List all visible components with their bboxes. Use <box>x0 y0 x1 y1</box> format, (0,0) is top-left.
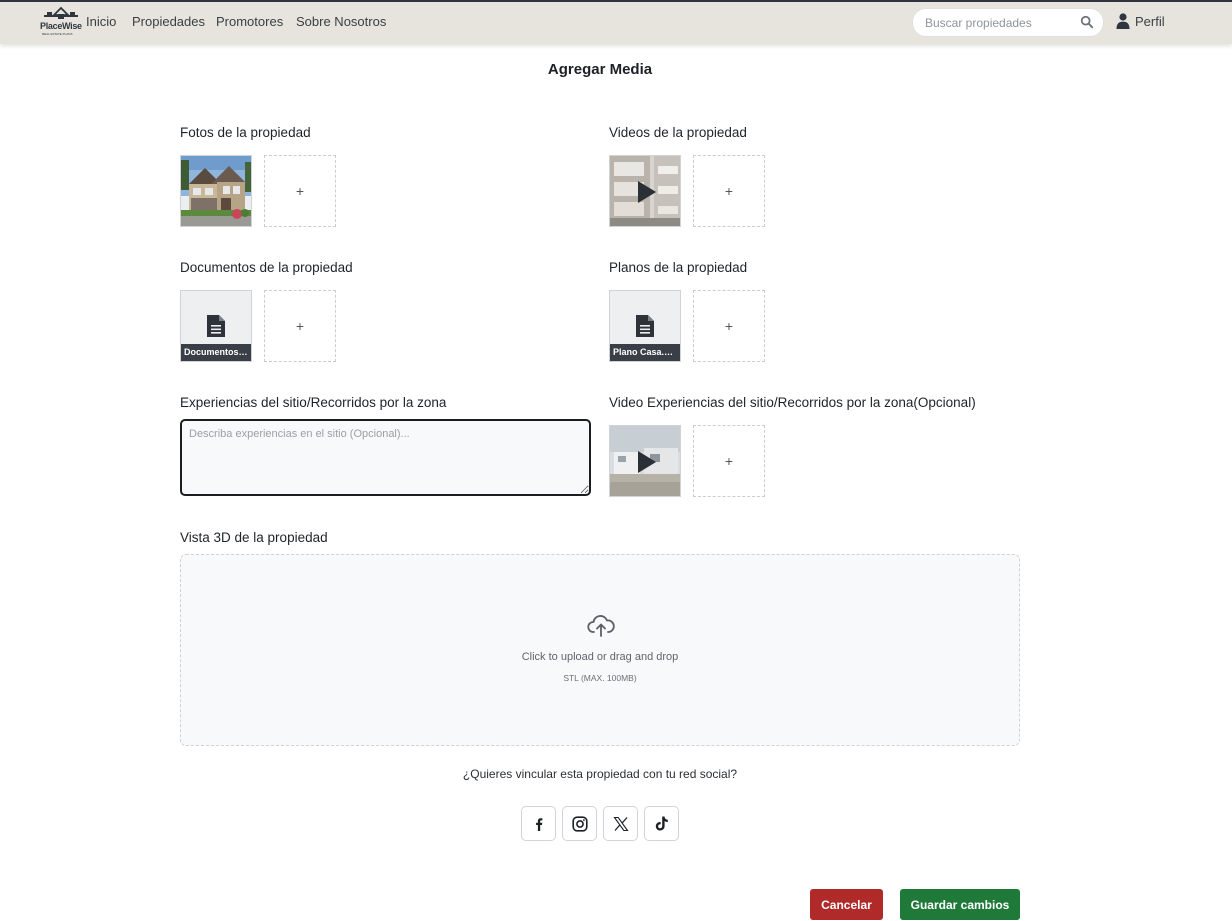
upload-instructions: Click to upload or drag and drop <box>521 651 679 663</box>
document-icon <box>636 315 654 337</box>
photos-label: Fotos de la propiedad <box>180 125 311 140</box>
instagram-icon <box>571 815 588 832</box>
user-icon <box>1116 13 1130 29</box>
experience-video-thumbnail[interactable] <box>609 425 681 497</box>
play-icon[interactable] <box>634 180 658 204</box>
plan-file-card[interactable]: Plano Casa.pdf <box>609 290 681 362</box>
play-icon[interactable] <box>634 450 658 474</box>
x-icon <box>612 816 629 831</box>
plans-label: Planos de la propiedad <box>609 260 748 275</box>
x-button[interactable] <box>603 806 638 841</box>
add-video-button[interactable]: + <box>693 155 765 227</box>
nav-link-propiedades[interactable]: Propiedades <box>132 14 205 29</box>
upload-file-hint: STL (MAX. 100MB) <box>563 673 637 683</box>
house-photo-image <box>181 156 251 226</box>
document-file-name: Documentos ... <box>181 344 251 361</box>
facebook-icon <box>535 817 542 831</box>
nav-link-inicio[interactable]: Inicio <box>86 14 116 29</box>
add-plan-button[interactable]: + <box>693 290 765 362</box>
save-changes-button[interactable]: Guardar cambios <box>900 889 1020 920</box>
add-document-button[interactable]: + <box>264 290 336 362</box>
page-title: Agregar Media <box>547 61 653 78</box>
nav-link-sobre-nosotros[interactable]: Sobre Nosotros <box>296 14 386 29</box>
nav-link-promotores[interactable]: Promotores <box>216 14 283 29</box>
add-experience-video-button[interactable]: + <box>693 425 765 497</box>
cancel-button[interactable]: Cancelar <box>810 889 883 920</box>
video-thumbnail[interactable] <box>609 155 681 227</box>
experiences-label: Experiencias del sitio/Recorridos por la… <box>180 395 447 410</box>
placewise-logo[interactable]: PlaceWise REAL ESTATE PLANS <box>40 6 82 38</box>
cloud-upload-icon <box>587 615 615 637</box>
profile-label: Perfil <box>1135 14 1165 29</box>
logo-subtext: REAL ESTATE PLANS <box>42 32 73 36</box>
search-input[interactable] <box>925 15 1075 31</box>
tiktok-button[interactable] <box>644 806 679 841</box>
documents-label: Documentos de la propiedad <box>180 260 353 275</box>
experiences-textarea[interactable] <box>180 419 591 496</box>
tiktok-icon <box>655 816 668 831</box>
navbar: PlaceWise REAL ESTATE PLANS Inicio Propi… <box>0 0 1232 44</box>
instagram-button[interactable] <box>562 806 597 841</box>
social-link-question: ¿Quieres vincular esta propiedad con tu … <box>462 767 738 781</box>
logo-text: PlaceWise <box>40 21 82 31</box>
search-icon[interactable] <box>1080 15 1094 29</box>
plan-file-name: Plano Casa.pdf <box>610 344 680 361</box>
facebook-button[interactable] <box>521 806 556 841</box>
document-icon <box>207 315 225 337</box>
upload-dropzone-3d[interactable]: Click to upload or drag and drop STL (MA… <box>180 554 1020 746</box>
view3d-label: Vista 3D de la propiedad <box>180 530 328 545</box>
search-box <box>912 8 1104 37</box>
experience-videos-label: Video Experiencias del sitio/Recorridos … <box>609 395 976 410</box>
photo-thumbnail[interactable] <box>180 155 252 227</box>
document-file-card[interactable]: Documentos ... <box>180 290 252 362</box>
add-photo-button[interactable]: + <box>264 155 336 227</box>
videos-label: Videos de la propiedad <box>609 125 747 140</box>
house-logo-icon <box>44 6 78 19</box>
